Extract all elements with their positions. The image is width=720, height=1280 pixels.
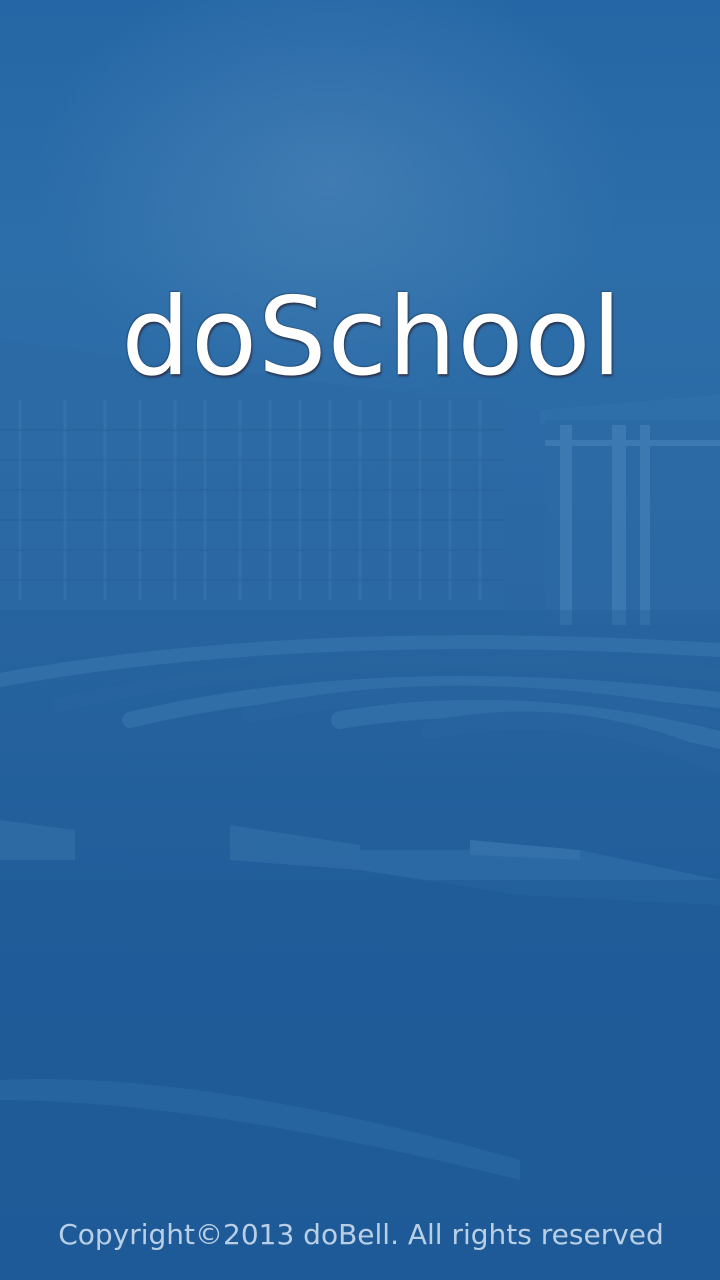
- copyright-text: Copyright©2013 doBell. All rights reserv…: [58, 1218, 664, 1251]
- campus-background-image: [0, 340, 720, 1280]
- app-title: doSchool: [121, 275, 623, 400]
- building-right: [540, 395, 720, 625]
- splash-screen: doSchool Copyright©2013 doBell. All righ…: [0, 0, 720, 1280]
